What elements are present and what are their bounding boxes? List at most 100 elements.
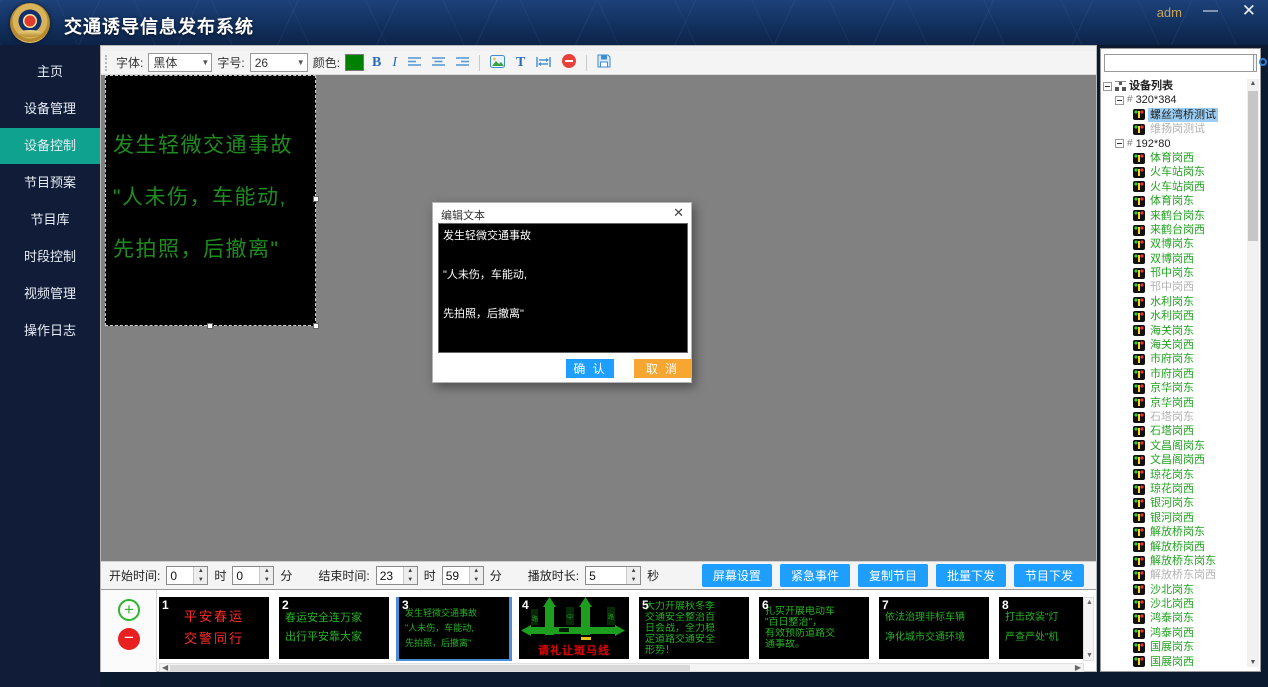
scroll-up-icon[interactable]: ▲ xyxy=(1247,80,1259,87)
device-item[interactable]: 螺丝湾桥测试 xyxy=(1103,108,1249,122)
start-hour-stepper[interactable]: ▲▼ xyxy=(166,566,208,585)
action-button-4[interactable]: 批量下发 xyxy=(936,564,1006,587)
program-thumb-4[interactable]: 4路中路请礼让斑马线 xyxy=(519,597,629,659)
sidebar-item-4[interactable]: 节目预案 xyxy=(0,165,100,201)
device-item[interactable]: 水利岗东 xyxy=(1103,295,1249,309)
action-button-3[interactable]: 复制节目 xyxy=(858,564,928,587)
search-button[interactable] xyxy=(1254,54,1257,72)
device-item[interactable]: 琼花岗西 xyxy=(1103,482,1249,496)
device-group-320*384[interactable]: #320*384 xyxy=(1103,93,1249,107)
device-item[interactable]: 邗中岗东 xyxy=(1103,266,1249,280)
device-item[interactable]: 解放桥东岗东 xyxy=(1103,554,1249,568)
device-item[interactable]: 解放桥东岗西 xyxy=(1103,568,1249,582)
device-item[interactable]: 维扬岗测试 xyxy=(1103,122,1249,136)
program-thumb-3[interactable]: 3发生轻微交通事故"人未伤，车能动,先拍照，后撤离" xyxy=(399,597,509,659)
device-item[interactable]: 来鹤台岗西 xyxy=(1103,223,1249,237)
start-minute-input[interactable] xyxy=(233,567,259,584)
color-swatch[interactable] xyxy=(345,54,364,71)
collapse-icon[interactable] xyxy=(1103,82,1112,91)
insert-text-button[interactable]: T xyxy=(513,55,528,71)
resize-handle-corner[interactable] xyxy=(313,323,319,329)
program-thumb-7[interactable]: 7依法治理非标车辆净化城市交通环境 xyxy=(879,597,989,659)
device-item[interactable]: 邗中岗西 xyxy=(1103,280,1249,294)
spinner-arrows[interactable]: ▲▼ xyxy=(469,567,483,584)
device-item[interactable]: 国展岗东 xyxy=(1103,640,1249,654)
sidebar-item-3[interactable]: 设备控制 xyxy=(0,128,100,164)
device-item[interactable]: 京华岗西 xyxy=(1103,396,1249,410)
device-item[interactable]: 银河岗西 xyxy=(1103,511,1249,525)
remove-program-button[interactable]: − xyxy=(118,628,140,650)
end-hour-stepper[interactable]: ▲▼ xyxy=(376,566,418,585)
program-thumb-2[interactable]: 2春运安全连万家出行平安靠大家 xyxy=(279,597,389,659)
device-item[interactable]: 文昌阁岗西 xyxy=(1103,453,1249,467)
insert-image-button[interactable] xyxy=(487,55,508,71)
sidebar-item-2[interactable]: 设备管理 xyxy=(0,91,100,127)
font-size-select[interactable]: 26▼ xyxy=(250,53,308,72)
device-item[interactable]: 火车站岗西 xyxy=(1103,180,1249,194)
cancel-button[interactable]: 取 消 xyxy=(634,359,691,378)
bold-button[interactable]: B xyxy=(369,55,384,71)
spinner-arrows[interactable]: ▲▼ xyxy=(403,567,417,584)
action-button-2[interactable]: 紧急事件 xyxy=(780,564,850,587)
playlist-vertical-scrollbar[interactable]: ▲ ▼ xyxy=(1083,597,1094,661)
save-button[interactable] xyxy=(594,54,614,71)
end-minute-input[interactable] xyxy=(443,567,469,584)
device-tree-scrollbar[interactable]: ▲ ▼ xyxy=(1247,79,1259,667)
program-thumb-1[interactable]: 1平安春运交警同行 xyxy=(159,597,269,659)
stop-button[interactable] xyxy=(559,54,579,71)
program-thumb-5[interactable]: 5大力开展秋冬季交通安全整治百日会战，全力稳定道路交通安全形势！ xyxy=(639,597,749,659)
led-preview[interactable]: 发生轻微交通事故"人未伤，车能动,先拍照，后撤离" xyxy=(105,75,316,326)
italic-button[interactable]: I xyxy=(389,55,400,71)
program-thumb-8[interactable]: 8打击改装"灯严查严处"机 xyxy=(999,597,1084,659)
sidebar-item-6[interactable]: 时段控制 xyxy=(0,239,100,275)
transition-button[interactable] xyxy=(533,55,554,71)
device-item[interactable]: 鸿泰岗西 xyxy=(1103,626,1249,640)
font-select[interactable]: 黑体▼ xyxy=(148,53,212,72)
sidebar-item-7[interactable]: 视频管理 xyxy=(0,276,100,312)
action-button-5[interactable]: 节目下发 xyxy=(1014,564,1084,587)
scrollbar-thumb[interactable] xyxy=(170,665,690,671)
device-item[interactable]: 海关岗东 xyxy=(1103,324,1249,338)
close-button[interactable]: ✕ xyxy=(1242,1,1256,21)
device-item[interactable]: 沙北岗西 xyxy=(1103,597,1249,611)
playlist-horizontal-scrollbar[interactable]: ◀ ▶ xyxy=(159,663,1084,672)
device-group-192*80[interactable]: #192*80 xyxy=(1103,137,1249,151)
program-thumb-6[interactable]: 6扎实开展电动车"百日整治"，有效预防道路交通事故。 xyxy=(759,597,869,659)
add-program-button[interactable]: + xyxy=(118,599,140,621)
device-item[interactable]: 市府岗东 xyxy=(1103,352,1249,366)
device-item[interactable]: 来鹤台岗东 xyxy=(1103,209,1249,223)
device-item[interactable]: 双博岗东 xyxy=(1103,237,1249,251)
spinner-arrows[interactable]: ▲▼ xyxy=(259,567,273,584)
start-hour-input[interactable] xyxy=(167,567,193,584)
resize-handle-bottom[interactable] xyxy=(207,323,213,329)
dialog-textarea[interactable]: 发生轻微交通事故"人未伤，车能动,先拍照，后撤离" xyxy=(438,223,688,353)
collapse-icon[interactable] xyxy=(1115,139,1124,148)
collapse-icon[interactable] xyxy=(1115,96,1124,105)
spinner-arrows[interactable]: ▲▼ xyxy=(626,567,640,584)
device-item[interactable]: 体育岗西 xyxy=(1103,151,1249,165)
device-item[interactable]: 体育岗东 xyxy=(1103,194,1249,208)
device-search-input[interactable] xyxy=(1104,54,1254,72)
align-right-button[interactable] xyxy=(453,55,472,71)
device-item[interactable]: 京华岗东 xyxy=(1103,381,1249,395)
dialog-close-icon[interactable]: ✕ xyxy=(673,205,684,221)
resize-handle-right[interactable] xyxy=(313,196,319,202)
device-item[interactable]: 火车站岗东 xyxy=(1103,165,1249,179)
device-item[interactable]: 琼花岗东 xyxy=(1103,468,1249,482)
sidebar-item-1[interactable]: 主页 xyxy=(0,54,100,90)
spinner-arrows[interactable]: ▲▼ xyxy=(193,567,207,584)
device-item[interactable]: 水利岗西 xyxy=(1103,309,1249,323)
scroll-left-icon[interactable]: ◀ xyxy=(162,664,168,672)
sidebar-item-5[interactable]: 节目库 xyxy=(0,202,100,238)
device-item[interactable]: 石塔岗东 xyxy=(1103,410,1249,424)
device-item[interactable]: 沙北岗东 xyxy=(1103,583,1249,597)
sidebar-item-8[interactable]: 操作日志 xyxy=(0,313,100,349)
confirm-button[interactable]: 确 认 xyxy=(566,359,614,378)
action-button-1[interactable]: 屏幕设置 xyxy=(702,564,772,587)
scrollbar-thumb[interactable] xyxy=(1248,91,1258,241)
device-item[interactable]: 市府岗西 xyxy=(1103,367,1249,381)
scroll-down-icon[interactable]: ▼ xyxy=(1247,659,1259,666)
scroll-right-icon[interactable]: ▶ xyxy=(1075,664,1081,672)
device-item[interactable]: 石塔岗西 xyxy=(1103,424,1249,438)
scroll-up-icon[interactable]: ▲ xyxy=(1086,599,1093,606)
